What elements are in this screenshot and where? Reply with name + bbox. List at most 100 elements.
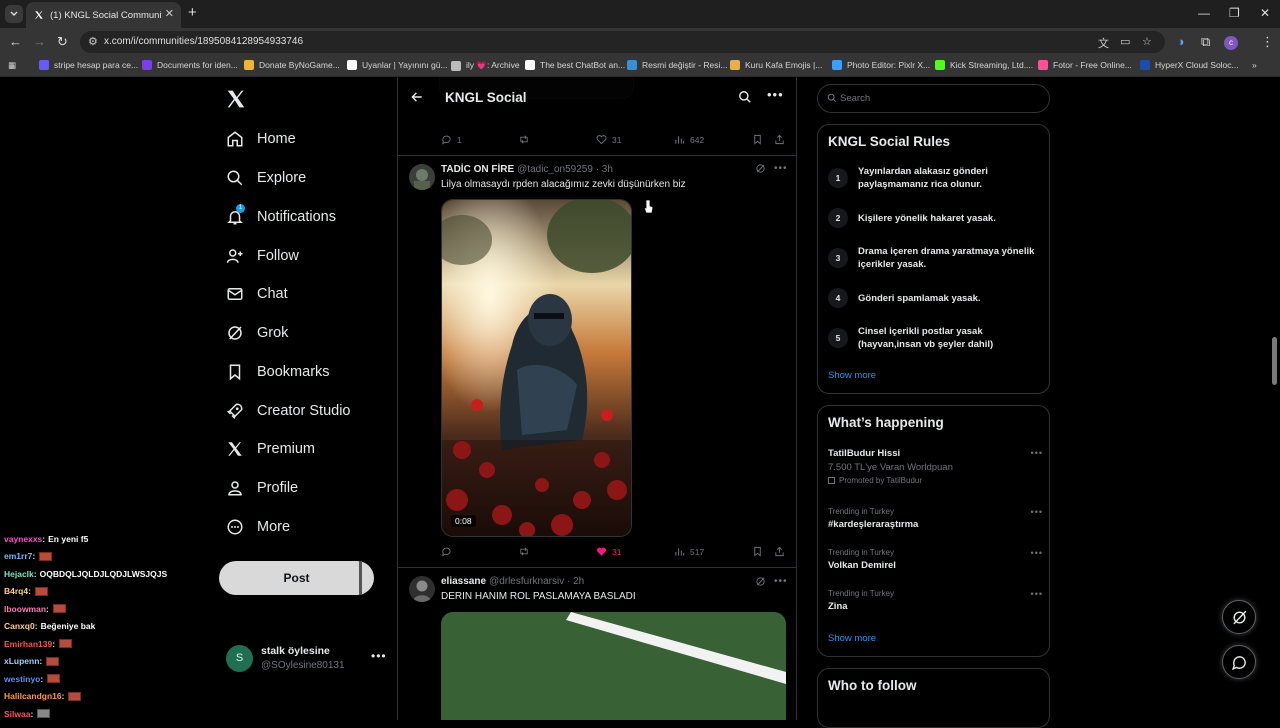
browser-tab[interactable]: (1) KNGL Social Community / X ✕ (26, 2, 181, 28)
more-dots-icon[interactable]: ••• (774, 576, 788, 587)
trend-item[interactable]: Trending in Turkey Volkan Demirel ••• (828, 548, 1043, 571)
bookmark-item[interactable]: stripe hesap para ce... (39, 60, 138, 70)
avatar[interactable] (409, 164, 435, 190)
previous-post-actions: 1 31 642 (441, 134, 786, 148)
tweet-author[interactable]: eliassane @drlesfurknarsiv · 2h (441, 576, 584, 587)
reply-icon (442, 547, 451, 557)
reply-count: 1 (457, 134, 462, 145)
show-more-link[interactable]: Show more (828, 633, 876, 644)
more-dots-icon[interactable]: ••• (1031, 448, 1043, 458)
chat-user: Hejaclk (4, 568, 34, 579)
more-dots-icon[interactable]: ••• (371, 649, 387, 663)
minimize-icon[interactable]: — (1198, 6, 1210, 20)
extension-icon[interactable]: ◗ (1178, 35, 1186, 49)
promoted-trend[interactable]: TatilBudur Hissi 7.500 TL'ye Varan World… (828, 448, 1043, 485)
nav-more[interactable]: More (226, 513, 290, 541)
avatar[interactable] (409, 576, 435, 602)
reply-button[interactable] (441, 546, 452, 557)
nav-grok[interactable]: Grok (226, 319, 288, 347)
emote-icon (34, 586, 48, 596)
more-dots-icon[interactable]: ••• (1031, 507, 1043, 517)
bookmark-item[interactable]: ily 💗: Archive (451, 60, 520, 71)
reply-icon (442, 135, 451, 145)
show-more-link[interactable]: Show more (828, 370, 876, 381)
more-dots-icon[interactable]: ••• (1031, 548, 1043, 558)
bookmark-item[interactable]: The best ChatBot an... (525, 60, 625, 70)
nav-follow[interactable]: Follow (226, 242, 299, 270)
like-button[interactable]: 31 (596, 134, 621, 145)
emote-icon (52, 604, 66, 614)
nav-chat[interactable]: Chat (226, 280, 288, 308)
more-dots-icon[interactable]: ••• (774, 163, 788, 174)
nav-notifications[interactable]: 1 Notifications (226, 203, 336, 231)
views-button[interactable]: 642 (674, 134, 704, 145)
bookmark-favicon (627, 60, 637, 70)
repost-button[interactable] (518, 546, 530, 557)
nav-explore[interactable]: Explore (226, 164, 306, 192)
profile-avatar-icon[interactable]: c (1224, 34, 1238, 50)
forward-icon[interactable]: → (33, 35, 46, 49)
account-switcher[interactable]: S stalk öylesine @SOylesine80131 ••• (226, 643, 386, 677)
bookmark-item[interactable]: Fotor - Free Online... (1038, 60, 1132, 70)
more-dots-icon[interactable]: ••• (767, 87, 784, 102)
tweet-video[interactable]: 0:08 (441, 199, 632, 537)
grok-icon[interactable] (755, 163, 766, 174)
page-scrollbar[interactable] (1270, 77, 1280, 720)
cast-icon[interactable]: ▭ (1120, 35, 1130, 48)
extensions-puzzle-icon[interactable]: ⧉ (1201, 35, 1210, 49)
share-button[interactable] (774, 546, 785, 557)
post-button[interactable]: Post (219, 561, 374, 595)
omnibox[interactable]: ⚙ x.com/i/communities/189508412895493374… (80, 31, 1165, 53)
site-info-icon[interactable]: ⚙ (88, 35, 98, 48)
nav-profile[interactable]: Profile (226, 474, 298, 502)
tweet-author[interactable]: TADİC ON FİRE @tadic_on59259 · 3h (441, 164, 613, 175)
bookmark-item[interactable]: Photo Editor: Pixlr X... (832, 60, 930, 70)
scrollbar-thumb[interactable] (1272, 337, 1277, 385)
new-tab-button[interactable]: + (188, 5, 197, 21)
search-input[interactable]: Search (817, 84, 1050, 113)
grok-icon (226, 324, 244, 342)
reply-button[interactable]: 1 (441, 134, 462, 145)
browser-menu-icon[interactable]: ⋮ (1261, 35, 1274, 49)
nav-premium[interactable]: Premium (226, 435, 315, 463)
search-icon[interactable] (738, 90, 752, 104)
back-arrow-icon[interactable] (410, 90, 424, 104)
bookmark-item[interactable]: Kuru Kafa Emojis |... (730, 60, 822, 70)
nav-home[interactable]: Home (226, 125, 296, 153)
bookmark-item[interactable]: Kick Streaming, Ltd.... (935, 60, 1033, 70)
tab-title: (1) KNGL Social Community / X (50, 9, 162, 21)
share-button[interactable] (774, 134, 785, 145)
back-icon[interactable]: ← (9, 35, 22, 49)
reload-icon[interactable]: ↻ (57, 35, 68, 49)
bookmark-item[interactable]: Uyanlar | Yayınını gü... (347, 60, 448, 70)
nav-bookmarks[interactable]: Bookmarks (226, 358, 330, 386)
bookmark-item[interactable]: Donate ByNoGame... (244, 60, 340, 70)
bookmark-button[interactable] (752, 546, 763, 557)
restore-icon[interactable]: ❐ (1229, 6, 1240, 20)
grok-icon[interactable] (755, 576, 766, 587)
x-logo-icon[interactable] (226, 89, 246, 109)
views-button[interactable]: 517 (674, 546, 704, 557)
close-tab-icon[interactable]: ✕ (165, 9, 174, 20)
repost-button[interactable] (518, 134, 530, 145)
window-close-icon[interactable]: ✕ (1260, 6, 1270, 20)
football-pitch-image (441, 612, 786, 720)
tweet-video[interactable] (441, 612, 786, 720)
messages-fab-button[interactable] (1222, 645, 1256, 679)
like-button[interactable]: 31 (596, 546, 621, 557)
trend-item[interactable]: Trending in Turkey #kardeşlerаraştırma •… (828, 507, 1043, 530)
more-dots-icon[interactable]: ••• (1031, 589, 1043, 599)
bookmark-item[interactable]: Documents for iden... (142, 60, 238, 70)
bookmark-item[interactable]: Resmi değiştir - Resi... (627, 60, 728, 70)
star-icon[interactable]: ☆ (1142, 35, 1152, 48)
tab-list-button[interactable] (5, 5, 23, 23)
apps-grid-icon[interactable]: ▦ (8, 60, 16, 71)
timeline-scrollbar[interactable] (796, 77, 802, 720)
more-bookmarks-icon[interactable]: » (1252, 60, 1257, 70)
translate-icon[interactable]: 文 (1098, 35, 1109, 51)
grok-fab-button[interactable] (1222, 600, 1256, 634)
nav-creator-studio[interactable]: Creator Studio (226, 397, 351, 425)
bookmark-item[interactable]: HyperX Cloud Soloc... (1140, 60, 1239, 70)
trend-item[interactable]: Trending in Turkey Zina ••• (828, 589, 1043, 612)
bookmark-button[interactable] (752, 134, 763, 145)
